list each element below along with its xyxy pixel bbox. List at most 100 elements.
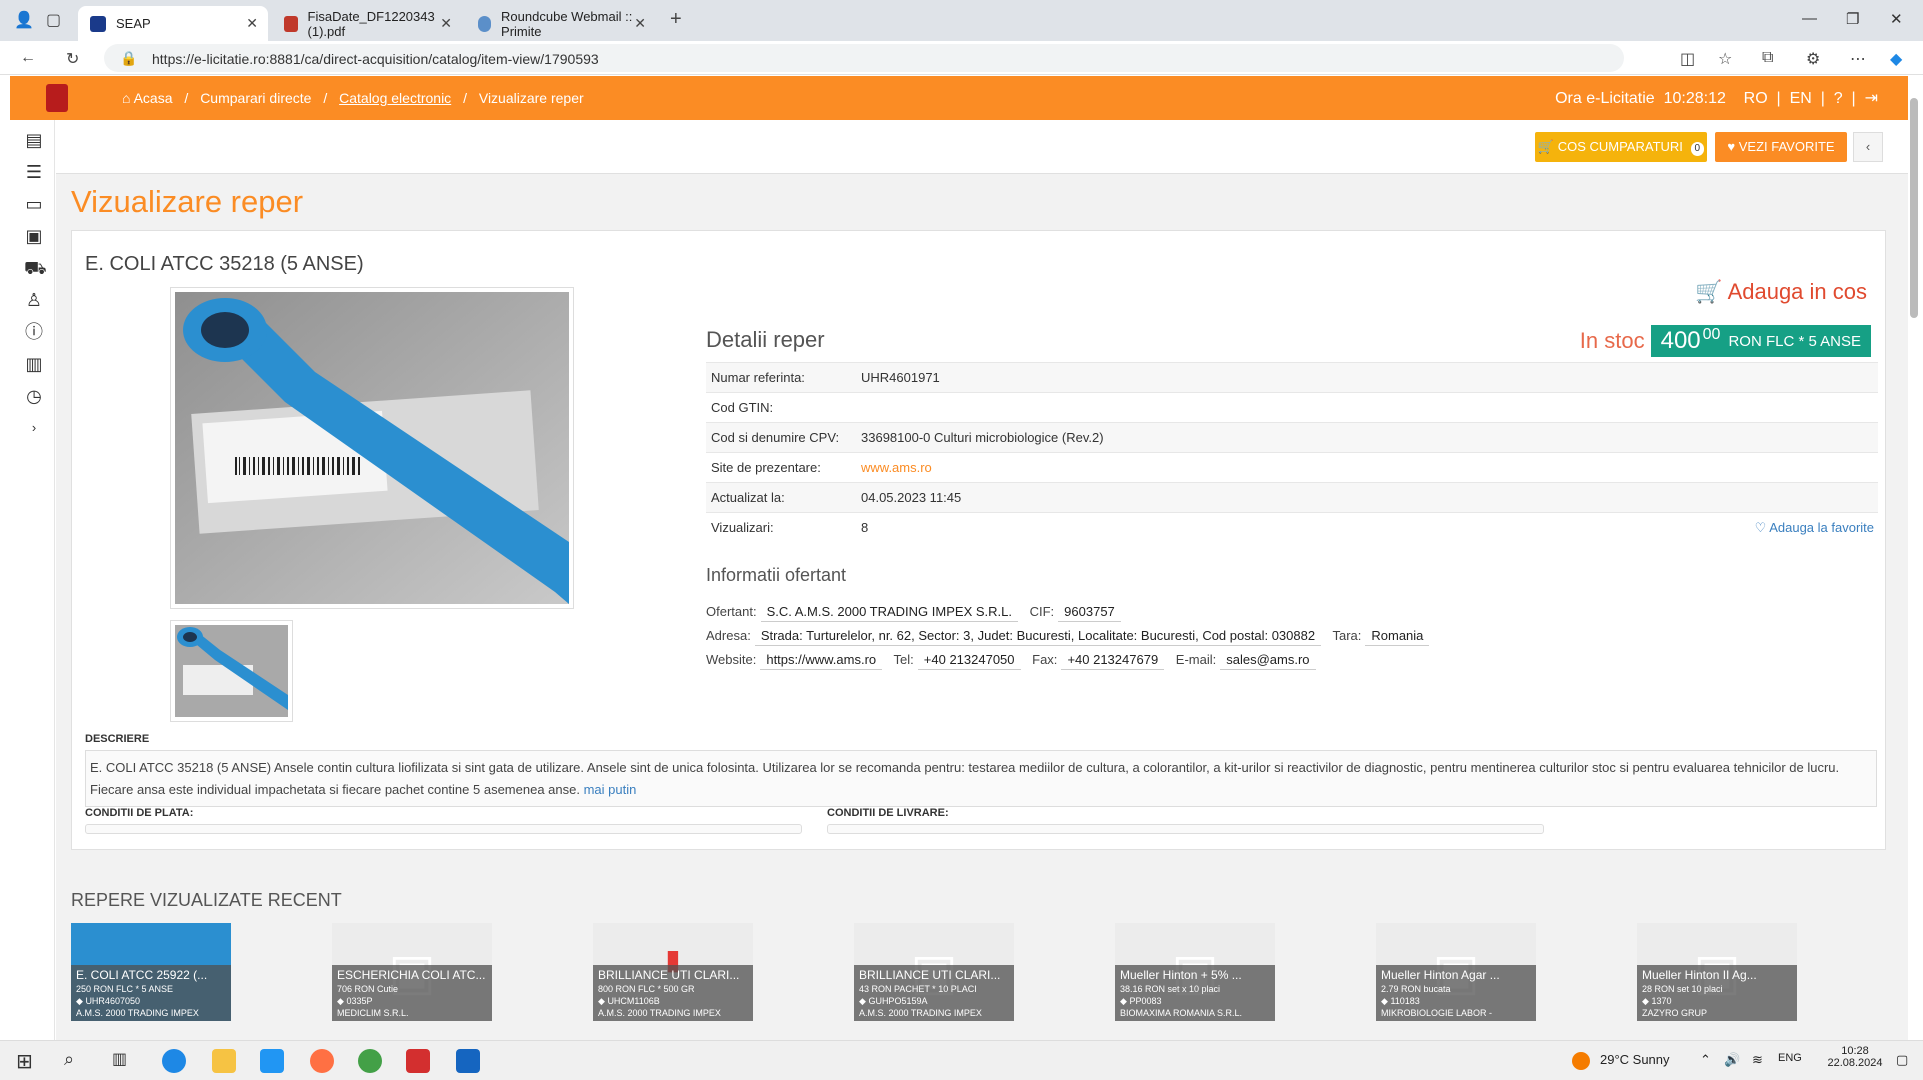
offerer-address: Strada: Turturelelor, nr. 62, Sector: 3,…	[754, 626, 1322, 646]
search-icon[interactable]: ⌕	[64, 1049, 88, 1073]
split-screen-icon[interactable]: ◫	[1680, 49, 1695, 69]
collapse-button[interactable]: ‹	[1853, 132, 1883, 162]
reload-icon[interactable]: ↻	[66, 49, 79, 69]
recent-code: UHCM1106B	[607, 996, 660, 1006]
recent-code: 0335P	[346, 996, 373, 1006]
restore-icon[interactable]: ❐	[1846, 10, 1859, 28]
wifi-icon[interactable]: ≋	[1752, 1052, 1763, 1068]
page-scrollbar[interactable]	[1909, 88, 1919, 1033]
clock-tray[interactable]: 10:28 22.08.2024	[1820, 1045, 1890, 1069]
recent-price: 800 RON FLC * 500 GR	[598, 984, 695, 994]
bag-icon[interactable]: ▣	[24, 226, 44, 246]
keyboard-language[interactable]: ENG	[1778, 1052, 1802, 1064]
file-explorer-icon[interactable]	[212, 1049, 236, 1073]
tray-chevron-icon[interactable]: ⌃	[1700, 1052, 1711, 1068]
offerer-fax: +40 213247679	[1061, 650, 1165, 670]
stock-price: In stoc 400 00 RON FLC * 5 ANSE	[1580, 325, 1871, 357]
recent-item[interactable]: E. COLI ATCC 25922 (... 250 RON FLC * 5 A…	[71, 923, 231, 1021]
copilot-icon[interactable]: ◆	[1890, 49, 1902, 69]
tab-actions-icon[interactable]: ▢	[46, 10, 61, 30]
breadcrumb-home[interactable]: Acasa	[134, 90, 173, 106]
acrobat-icon[interactable]	[406, 1049, 430, 1073]
offerer-country: Romania	[1365, 626, 1430, 646]
user-icon[interactable]: ♙	[24, 290, 44, 310]
tab-label: SEAP	[116, 16, 151, 31]
close-tab-icon[interactable]: ✕	[246, 15, 258, 32]
list-icon[interactable]: ☰	[24, 162, 44, 182]
close-tab-icon[interactable]: ✕	[634, 15, 646, 32]
presentation-site-link[interactable]: www.ams.ro	[861, 460, 932, 475]
cart-button[interactable]: 🛒 COS CUMPARATURI 0	[1535, 132, 1707, 162]
minimize-icon[interactable]: —	[1802, 10, 1817, 27]
tab-pdf[interactable]: FisaDate_DF1220343 (1).pdf ✕	[272, 6, 462, 41]
truck-icon[interactable]: ⛟	[24, 258, 47, 278]
profile-icon[interactable]: 👤	[14, 10, 34, 30]
lang-en-link[interactable]: EN	[1790, 90, 1812, 107]
add-favorite-link[interactable]: ♡ Adauga la favorite	[1755, 520, 1874, 536]
catalog-icon[interactable]: ▭	[24, 194, 44, 214]
product-title: E. COLI ATCC 35218 (5 ANSE)	[85, 253, 364, 275]
recent-item[interactable]: ▮ BRILLIANCE UTI CLARI... 800 RON FLC * 5…	[593, 923, 753, 1021]
logout-icon[interactable]: ⇥	[1865, 90, 1878, 107]
breadcrumb-current: Vizualizare reper	[478, 90, 584, 106]
firefox-icon[interactable]	[310, 1049, 334, 1073]
expand-icon[interactable]: ›	[24, 418, 44, 438]
offerer-email[interactable]: sales@ams.ro	[1220, 650, 1316, 670]
recent-title: BRILLIANCE UTI CLARI...	[859, 968, 1001, 982]
details-table: Numar referinta: UHR4601971 Cod GTIN: Cod…	[706, 362, 1878, 543]
recent-item[interactable]: ▣ ESCHERICHIA COLI ATC...706 RON Cutie◆ …	[332, 923, 492, 1021]
add-to-cart-button[interactable]: 🛒 Adauga in cos	[1695, 279, 1867, 305]
task-view-icon[interactable]: ▥	[112, 1049, 136, 1073]
breadcrumb-catalog[interactable]: Catalog electronic	[339, 90, 451, 106]
lang-ro-link[interactable]: RO	[1744, 90, 1768, 107]
chart-icon[interactable]: ▥	[24, 354, 44, 374]
notifications-icon[interactable]: ▢	[1896, 1052, 1908, 1068]
store-icon[interactable]	[260, 1049, 284, 1073]
chrome-icon[interactable]	[358, 1049, 382, 1073]
offer-label: Adresa:	[706, 628, 751, 643]
url-field[interactable]: 🔒 https://e-licitatie.ro:8881/ca/direct-…	[104, 44, 1624, 72]
description-text: E. COLI ATCC 35218 (5 ANSE) Ansele conti…	[90, 760, 1840, 797]
more-icon[interactable]: ⋯	[1850, 49, 1866, 69]
help-icon[interactable]: ?	[1834, 90, 1843, 107]
recent-item[interactable]: ▣ BRILLIANCE UTI CLARI...43 RON PACHET *…	[854, 923, 1014, 1021]
tab-webmail[interactable]: Roundcube Webmail :: Primite ✕	[466, 6, 656, 41]
product-thumbnail[interactable]	[170, 620, 293, 722]
volume-icon[interactable]: 🔊	[1724, 1052, 1740, 1068]
back-icon[interactable]: ←	[20, 49, 36, 67]
view-favorites-button[interactable]: ♥ VEZI FAVORITE	[1715, 132, 1847, 162]
recent-price: 2.79 RON bucata	[1381, 984, 1451, 994]
recent-item[interactable]: ▣ Mueller Hinton Agar ...2.79 RON bucata…	[1376, 923, 1536, 1021]
word-icon[interactable]	[456, 1049, 480, 1073]
document-icon[interactable]: ▤	[24, 130, 44, 150]
detail-key: Cod GTIN:	[706, 392, 856, 423]
recent-code: GUHPO5159A	[868, 996, 928, 1006]
close-tab-icon[interactable]: ✕	[440, 15, 452, 32]
windows-start-icon[interactable]: ⊞	[16, 1049, 40, 1073]
weather-text[interactable]: 29°C Sunny	[1600, 1052, 1670, 1067]
history-icon[interactable]: ◷	[24, 386, 44, 406]
edge-icon[interactable]	[162, 1049, 186, 1073]
tab-seap[interactable]: SEAP ✕	[78, 6, 268, 41]
favorites-icon[interactable]: ☆	[1718, 49, 1732, 69]
scrollbar-thumb[interactable]	[1910, 98, 1918, 318]
tag-icon: ◆	[859, 996, 866, 1006]
recent-item[interactable]: ▣ Mueller Hinton + 5% ...38.16 RON set x…	[1115, 923, 1275, 1021]
recent-supplier: MEDICLIM S.R.L.	[337, 1008, 409, 1018]
new-tab-icon[interactable]: +	[670, 8, 682, 31]
detail-row: Site de prezentare: www.ams.ro	[706, 452, 1878, 483]
alert-icon[interactable]: ⓘ	[24, 322, 44, 342]
url-text: https://e-licitatie.ro:8881/ca/direct-ac…	[152, 51, 599, 67]
extensions-icon[interactable]: ⚙	[1806, 49, 1820, 69]
close-window-icon[interactable]: ✕	[1890, 10, 1903, 28]
product-main-image[interactable]	[170, 287, 574, 609]
offerer-website[interactable]: https://www.ams.ro	[760, 650, 883, 670]
collections-icon[interactable]: ⧉	[1762, 49, 1773, 67]
clock-value: 10:28:12	[1663, 90, 1726, 107]
show-less-link[interactable]: mai putin	[584, 782, 637, 797]
breadcrumb-direct-purchases[interactable]: Cumparari directe	[200, 90, 311, 106]
recent-item[interactable]: ▣ Mueller Hinton II Ag...28 RON set 10 p…	[1637, 923, 1797, 1021]
site-logo[interactable]	[46, 84, 68, 112]
weather-icon	[1572, 1052, 1590, 1070]
recent-code: UHR4607050	[85, 996, 140, 1006]
